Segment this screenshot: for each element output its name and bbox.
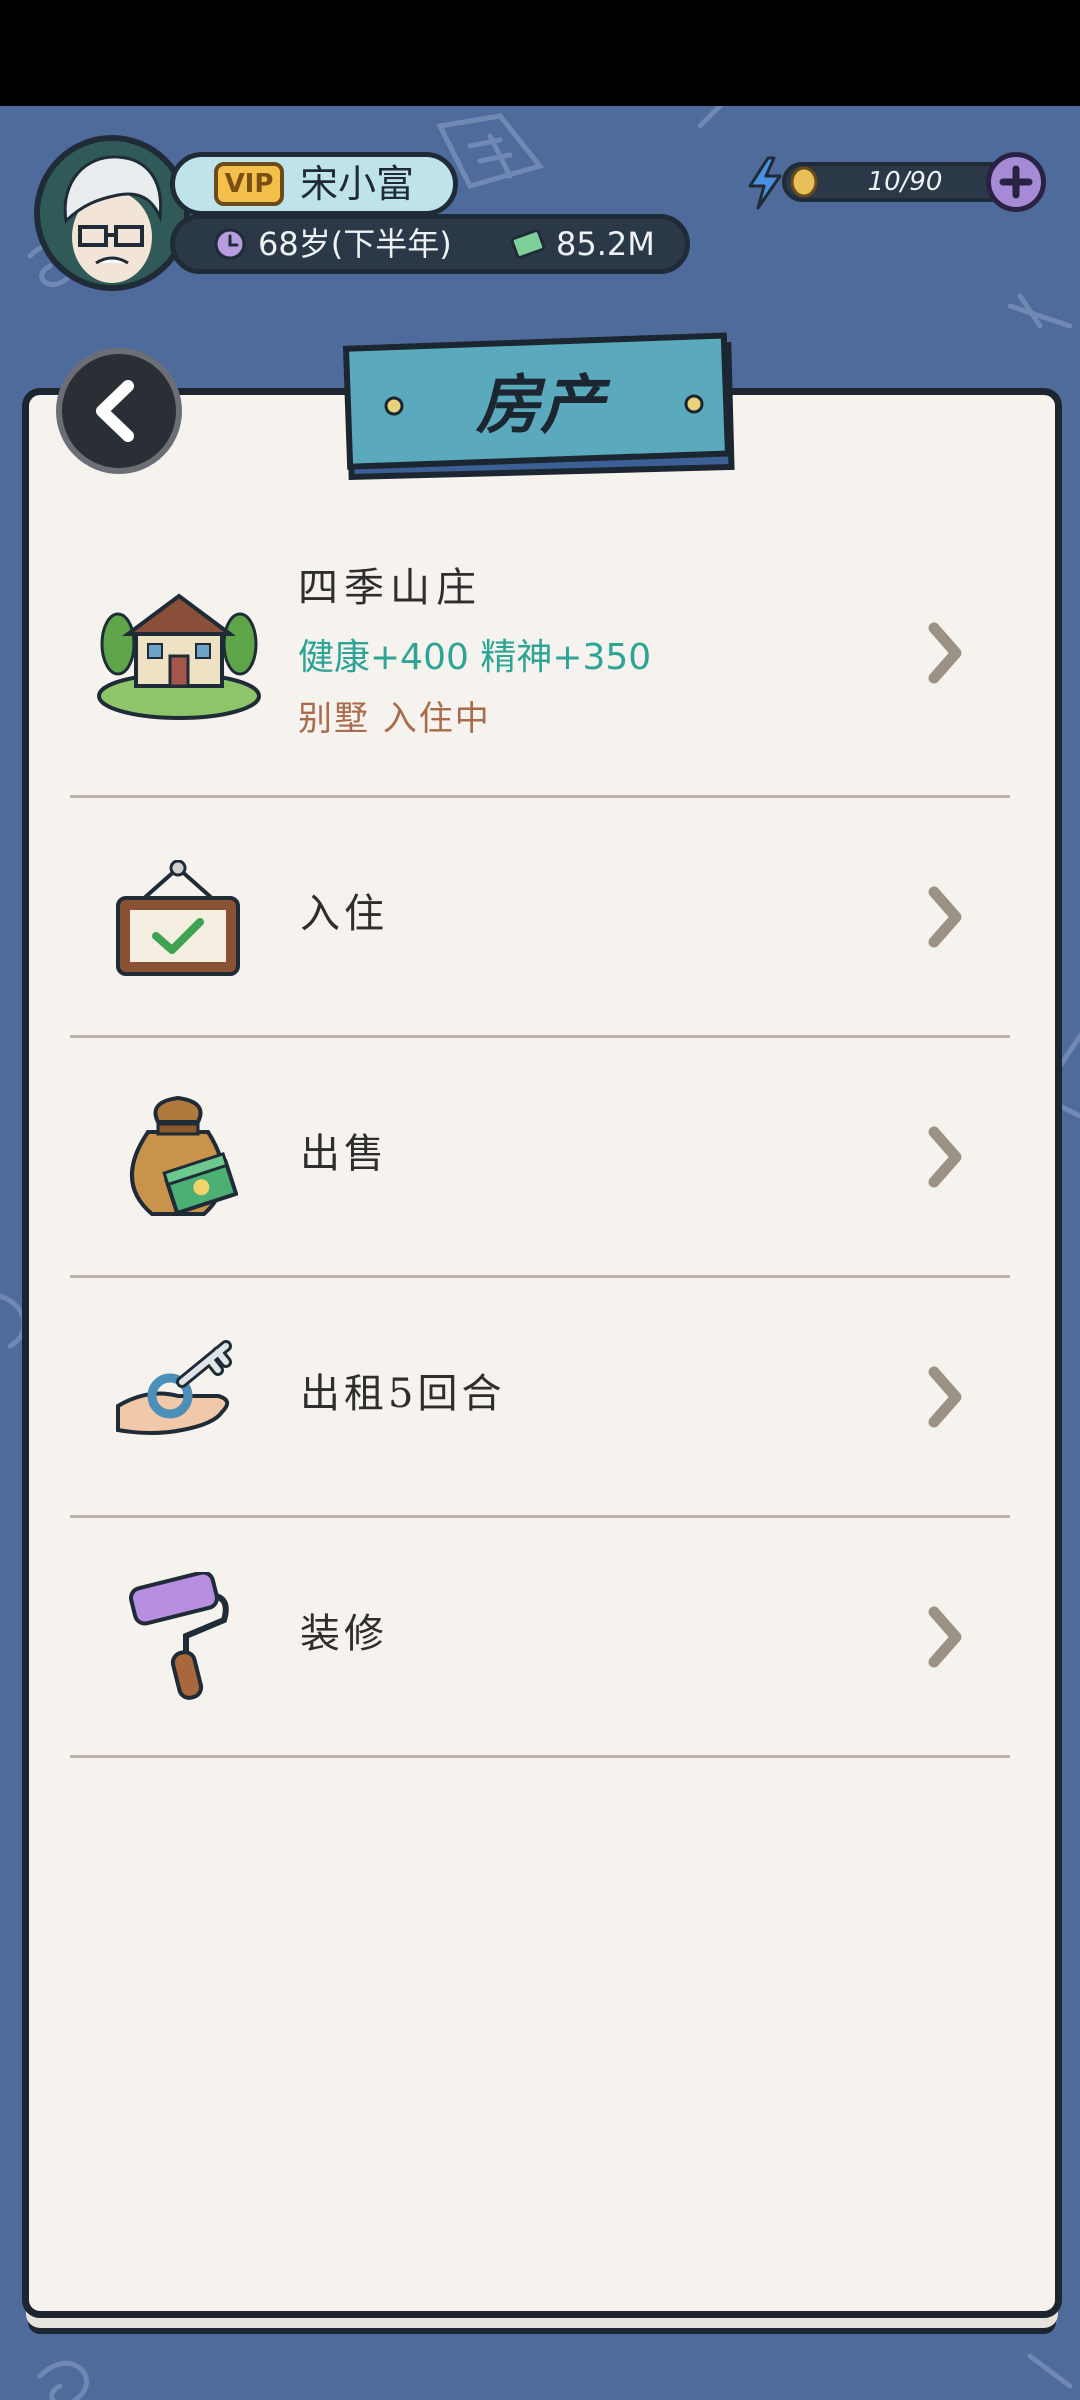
action-label: 出租5回合 [300, 1371, 506, 1417]
chevron-right-icon [928, 1126, 962, 1188]
chevron-right-icon [928, 622, 962, 684]
coin-icon [790, 166, 818, 198]
chevron-right-icon [928, 886, 962, 948]
divider [70, 795, 1010, 798]
money-bag-icon [129, 1095, 238, 1216]
paint-roller-icon [129, 1572, 229, 1700]
old-man-face-icon [40, 141, 184, 285]
player-avatar[interactable] [34, 135, 190, 291]
property-bonus: 健康+400 精神+350 [298, 637, 652, 678]
status-bar [0, 0, 1080, 106]
chevron-left-icon [96, 380, 134, 442]
energy-value: 10/90 [867, 167, 943, 197]
property-name: 四季山庄 [298, 565, 482, 611]
plus-icon [999, 165, 1033, 199]
page-title: 房产 [476, 368, 604, 443]
villa-icon [97, 593, 261, 720]
add-energy-button[interactable] [986, 152, 1046, 212]
divider [70, 1515, 1010, 1518]
signboard-check-icon [116, 860, 240, 976]
chevron-right-icon [928, 1366, 962, 1428]
clock-icon [214, 228, 246, 260]
action-label: 入住 [300, 891, 388, 937]
back-button[interactable] [56, 348, 182, 474]
action-label: 出售 [300, 1131, 388, 1177]
divider [70, 1755, 1010, 1758]
divider [70, 1275, 1010, 1278]
player-name: 宋小富 [300, 162, 415, 206]
cash-icon [510, 229, 546, 259]
hand-key-icon [116, 1340, 232, 1435]
player-age: 68岁(下半年) [258, 225, 452, 263]
action-label: 装修 [300, 1611, 388, 1657]
lightning-icon [748, 156, 782, 210]
player-money: 85.2M [556, 225, 655, 263]
divider [70, 1035, 1010, 1038]
vip-badge: VIP [214, 162, 284, 206]
chevron-right-icon [928, 1606, 962, 1668]
property-status: 别墅 入住中 [298, 699, 491, 739]
